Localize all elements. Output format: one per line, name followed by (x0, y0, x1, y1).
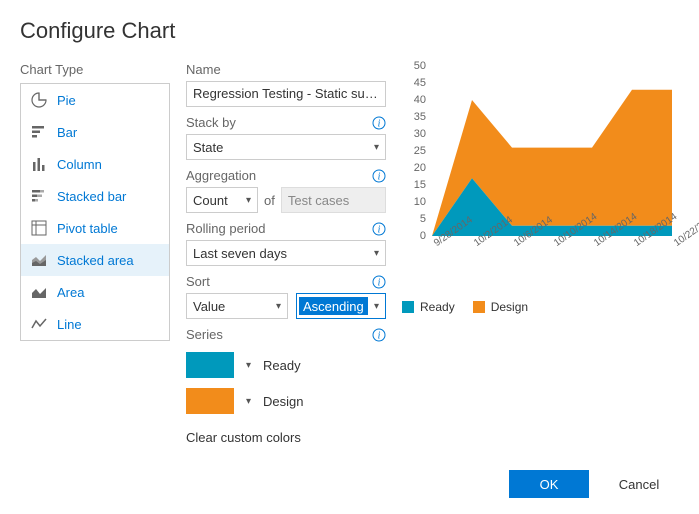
chart-type-label: Bar (57, 125, 77, 140)
area-icon (31, 284, 47, 300)
cancel-button[interactable]: Cancel (599, 470, 679, 498)
line-icon (31, 316, 47, 332)
series-color-swatch[interactable] (186, 388, 234, 414)
chart-type-column[interactable]: Column (21, 148, 169, 180)
ok-button[interactable]: OK (509, 470, 589, 498)
dialog-title: Configure Chart (20, 18, 679, 44)
chart-type-label: Area (57, 285, 84, 300)
chart-type-area[interactable]: Area (21, 276, 169, 308)
info-icon[interactable]: i (372, 328, 386, 342)
stack-by-label: Stack by (186, 115, 236, 130)
pivot-table-icon (31, 220, 47, 236)
chevron-down-icon: ▾ (374, 142, 379, 153)
chart-type-label: Stacked area (57, 253, 134, 268)
svg-text:i: i (378, 330, 381, 341)
chart-type-panel: Chart Type Pie Bar (20, 62, 170, 445)
name-input[interactable]: Regression Testing - Static suite - Ch (186, 81, 386, 107)
chart-type-header: Chart Type (20, 62, 170, 77)
stack-by-select[interactable]: State ▾ (186, 134, 386, 160)
column-icon (31, 156, 47, 172)
info-icon[interactable]: i (372, 169, 386, 183)
info-icon[interactable]: i (372, 275, 386, 289)
chevron-down-icon[interactable]: ▾ (246, 360, 251, 371)
series-item-label: Design (263, 394, 303, 409)
chart-type-pivot-table[interactable]: Pivot table (21, 212, 169, 244)
fields-panel: Name Regression Testing - Static suite -… (186, 62, 386, 445)
stacked-bar-icon (31, 188, 47, 204)
series-item-label: Ready (263, 358, 301, 373)
legend-item-ready: Ready (402, 300, 455, 314)
clear-custom-colors-link[interactable]: Clear custom colors (186, 430, 386, 445)
chart-legend: Ready Design (402, 300, 679, 314)
legend-item-design: Design (473, 300, 528, 314)
x-axis: 9/28/201410/2/201410/6/201410/10/201410/… (432, 236, 672, 276)
chart-type-label: Pie (57, 93, 76, 108)
aggregation-select[interactable]: Count ▾ (186, 187, 258, 213)
aggregation-label: Aggregation (186, 168, 256, 183)
chevron-down-icon[interactable]: ▾ (246, 396, 251, 407)
chart-type-line[interactable]: Line (21, 308, 169, 340)
svg-text:i: i (378, 277, 381, 288)
chart-preview: 05101520253035404550 9/28/201410/2/20141… (402, 66, 672, 276)
aggregation-of-label: of (264, 193, 275, 208)
chart-type-label: Pivot table (57, 221, 118, 236)
aggregation-target: Test cases (281, 187, 386, 213)
chart-type-list: Pie Bar Column (20, 83, 170, 341)
chevron-down-icon: ▾ (246, 195, 251, 206)
sort-label: Sort (186, 274, 210, 289)
series-row-ready: ▾ Ready (186, 352, 386, 378)
series-color-swatch[interactable] (186, 352, 234, 378)
chart-type-label: Line (57, 317, 82, 332)
info-icon[interactable]: i (372, 222, 386, 236)
chart-type-label: Stacked bar (57, 189, 126, 204)
info-icon[interactable]: i (372, 116, 386, 130)
chart-type-label: Column (57, 157, 102, 172)
chart-type-stacked-area[interactable]: Stacked area (21, 244, 169, 276)
chart-type-stacked-bar[interactable]: Stacked bar (21, 180, 169, 212)
pie-icon (31, 92, 47, 108)
chart-preview-panel: 05101520253035404550 9/28/201410/2/20141… (402, 62, 679, 445)
bar-icon (31, 124, 47, 140)
stacked-area-icon (31, 252, 47, 268)
chevron-down-icon: ▾ (374, 301, 379, 312)
chevron-down-icon: ▾ (374, 248, 379, 259)
legend-swatch (402, 301, 414, 313)
chart-type-bar[interactable]: Bar (21, 116, 169, 148)
series-label: Series (186, 327, 223, 342)
svg-text:i: i (378, 118, 381, 129)
svg-text:i: i (378, 171, 381, 182)
rolling-period-label: Rolling period (186, 221, 266, 236)
chart-type-pie[interactable]: Pie (21, 84, 169, 116)
svg-text:i: i (378, 224, 381, 235)
rolling-period-select[interactable]: Last seven days ▾ (186, 240, 386, 266)
sort-direction-select[interactable]: Ascending ▾ (296, 293, 386, 319)
sort-by-select[interactable]: Value ▾ (186, 293, 288, 319)
series-row-design: ▾ Design (186, 388, 386, 414)
legend-swatch (473, 301, 485, 313)
chevron-down-icon: ▾ (276, 301, 281, 312)
name-label: Name (186, 62, 386, 77)
